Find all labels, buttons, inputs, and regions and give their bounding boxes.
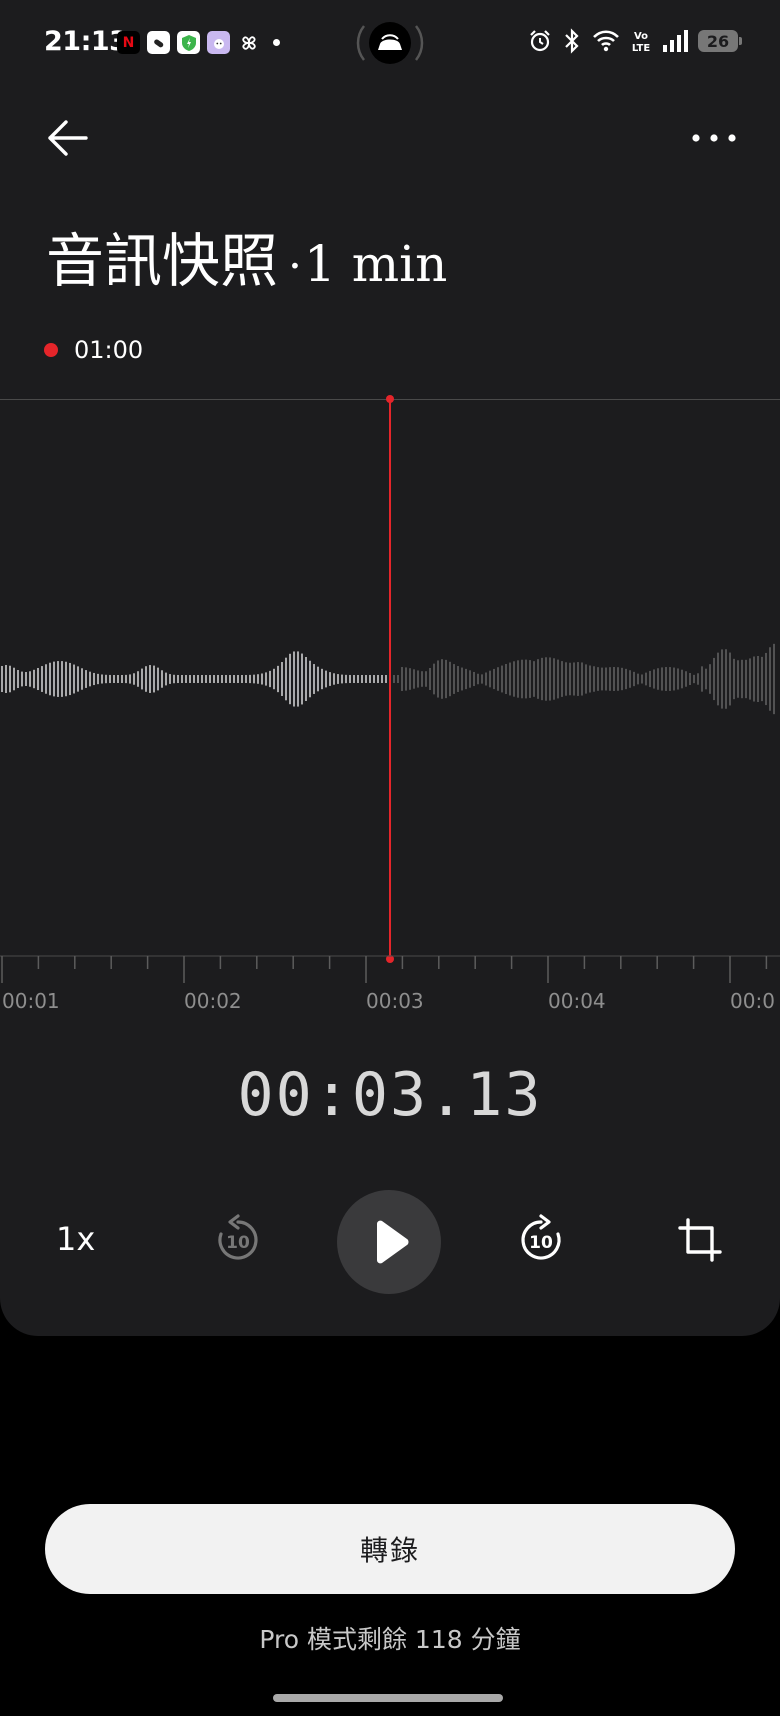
- alarm-icon: [530, 30, 550, 52]
- svg-text:Vo: Vo: [634, 31, 648, 42]
- recording-duration: 1 min: [304, 235, 448, 293]
- play-button[interactable]: [337, 1190, 441, 1294]
- ruler-label: 00:02: [184, 989, 242, 1013]
- skip-back-seconds: 10: [226, 1233, 250, 1253]
- recording-length-badge: 01:00: [44, 336, 143, 364]
- wifi-icon: [593, 30, 619, 52]
- signal-icon: [663, 30, 688, 52]
- player-card: 21:13 N Vo LTE 26 音訊快照 ·1 min 01:00 00:0…: [0, 0, 780, 1336]
- face-app-icon: [207, 31, 230, 54]
- ruler-ticks: [0, 955, 780, 983]
- trim-button[interactable]: [676, 1216, 724, 1264]
- waveform-area[interactable]: [0, 395, 780, 963]
- title-separator: ·: [288, 241, 303, 292]
- rewind-10-icon: 10: [218, 1214, 258, 1260]
- notification-icons: N: [117, 31, 280, 54]
- record-dot-icon: [44, 343, 58, 357]
- more-options-button[interactable]: [688, 116, 740, 160]
- battery-icon: 26: [698, 30, 742, 52]
- hotspot-pill-icon: [354, 20, 426, 66]
- crop-icon: [678, 1218, 722, 1262]
- page-title: 音訊快照 ·1 min: [46, 214, 447, 298]
- status-bar: 21:13 N Vo LTE 26: [0, 0, 780, 90]
- forward-10-icon: 10: [521, 1214, 561, 1260]
- ruler-label: 00:03: [366, 989, 424, 1013]
- ruler-label: 00:01: [2, 989, 60, 1013]
- recording-title: 音訊快照: [46, 227, 279, 295]
- svg-text:LTE: LTE: [632, 43, 651, 54]
- back-button[interactable]: [42, 112, 94, 164]
- arrow-left-icon: [48, 120, 88, 156]
- skip-back-button[interactable]: 10: [212, 1214, 264, 1266]
- play-icon: [377, 1220, 409, 1264]
- volte-icon: VoLTE: [632, 31, 651, 54]
- skip-forward-seconds: 10: [529, 1233, 553, 1253]
- system-status-icons: Vo LTE 26: [528, 28, 742, 54]
- shield-icon: [177, 31, 200, 54]
- playhead[interactable]: [389, 399, 391, 959]
- recording-length: 01:00: [74, 336, 144, 364]
- fan-icon: [237, 31, 260, 54]
- status-time: 21:13: [44, 26, 128, 57]
- playback-controls: 1x 10 10: [0, 1188, 780, 1294]
- app-icon: [147, 31, 170, 54]
- ruler-label: 00:04: [548, 989, 606, 1013]
- current-time-display: 00:03.13: [237, 1060, 543, 1130]
- netflix-icon: N: [117, 31, 140, 54]
- playback-speed-button[interactable]: 1x: [56, 1220, 95, 1258]
- home-indicator[interactable]: [273, 1694, 503, 1702]
- playhead-handle-top[interactable]: [386, 395, 394, 403]
- more-notifications-icon: [273, 39, 280, 46]
- transcribe-button[interactable]: 轉錄: [45, 1504, 735, 1594]
- timeline-ruler[interactable]: 00:01 00:02 00:03 00:04 00:0: [0, 955, 780, 1015]
- more-horizontal-icon: [692, 134, 736, 142]
- bluetooth-icon: [565, 28, 579, 54]
- skip-forward-button[interactable]: 10: [515, 1214, 567, 1266]
- pro-minutes-remaining: Pro 模式剩餘 118 分鐘: [259, 1625, 521, 1654]
- ruler-label: 00:0: [730, 989, 775, 1013]
